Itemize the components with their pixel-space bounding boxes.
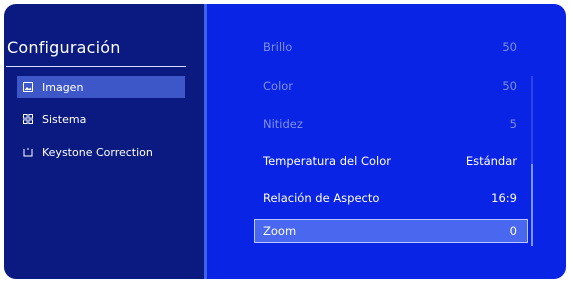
grid-icon	[23, 114, 39, 124]
setting-row-nitidez: Nitidez 5	[255, 113, 527, 135]
setting-label: Brillo	[263, 40, 293, 54]
setting-value: 50	[502, 40, 517, 54]
setting-label: Temperatura del Color	[263, 154, 391, 168]
setting-value: 50	[502, 79, 517, 93]
sidebar-item-sistema[interactable]: Sistema	[17, 108, 185, 130]
setting-label: Color	[263, 79, 294, 93]
sidebar-item-imagen[interactable]: Imagen	[17, 76, 185, 98]
setting-label: Zoom	[263, 224, 297, 238]
image-icon	[23, 82, 39, 92]
scrollbar-thumb[interactable]	[531, 164, 533, 246]
setting-label: Relación de Aspecto	[263, 191, 380, 205]
setting-row-temperatura[interactable]: Temperatura del Color Estándar	[255, 150, 527, 172]
setting-label: Nitidez	[263, 117, 303, 131]
sidebar-item-keystone[interactable]: Keystone Correction	[17, 141, 185, 163]
setting-value: Estándar	[465, 154, 517, 168]
setting-row-brillo: Brillo 50	[255, 36, 527, 58]
setting-row-zoom[interactable]: Zoom 0	[254, 219, 528, 243]
keystone-icon	[23, 147, 39, 157]
setting-value: 0	[509, 224, 517, 238]
sidebar: Configuración Imagen Sistema Keystone Co…	[4, 4, 204, 279]
setting-row-relacion-aspecto[interactable]: Relación de Aspecto 16:9	[255, 187, 527, 209]
settings-list: Brillo 50 Color 50 Nitidez 5 Temperatura…	[207, 4, 566, 279]
sidebar-item-label: Keystone Correction	[42, 145, 153, 159]
setting-row-color: Color 50	[255, 75, 527, 97]
setting-value: 16:9	[491, 191, 517, 205]
settings-osd-panel: Configuración Imagen Sistema Keystone Co…	[4, 4, 566, 279]
sidebar-item-label: Sistema	[42, 112, 87, 126]
sidebar-item-label: Imagen	[42, 80, 84, 94]
sidebar-divider	[6, 66, 186, 67]
setting-value: 5	[509, 117, 517, 131]
sidebar-title: Configuración	[7, 38, 121, 57]
